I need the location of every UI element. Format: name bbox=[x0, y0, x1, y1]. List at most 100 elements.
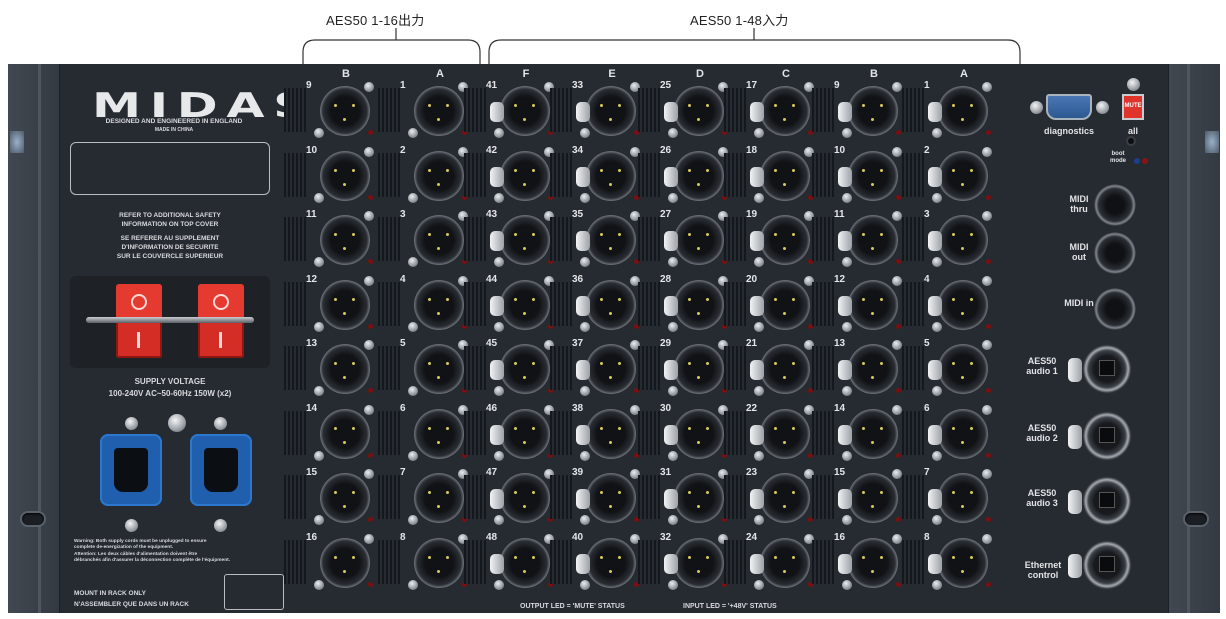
channel-number: 40 bbox=[572, 532, 584, 543]
input-xlr-connector[interactable]: 33 bbox=[572, 80, 640, 140]
input-xlr-connector[interactable]: 28 bbox=[660, 274, 728, 334]
input-xlr-connector[interactable]: 14 bbox=[834, 403, 902, 463]
xlr-pin bbox=[514, 298, 517, 301]
input-xlr-connector[interactable]: 40 bbox=[572, 532, 640, 592]
switch-guard-bar bbox=[86, 317, 254, 323]
input-xlr-connector[interactable]: 39 bbox=[572, 467, 640, 527]
input-xlr-connector[interactable]: 38 bbox=[572, 403, 640, 463]
output-xlr-connector[interactable]: 9 bbox=[306, 80, 374, 140]
output-xlr-connector[interactable]: 13 bbox=[306, 338, 374, 398]
input-xlr-connector[interactable]: 47 bbox=[486, 467, 554, 527]
input-xlr-connector[interactable]: 8 bbox=[924, 532, 992, 592]
output-xlr-connector[interactable]: 11 bbox=[306, 209, 374, 269]
aes50-port-2[interactable] bbox=[1082, 411, 1132, 461]
input-xlr-connector[interactable]: 35 bbox=[572, 209, 640, 269]
xlr-pin bbox=[343, 570, 346, 573]
input-xlr-connector[interactable]: 27 bbox=[660, 209, 728, 269]
output-xlr-connector[interactable]: 5 bbox=[400, 338, 468, 398]
xlr-latch-icon bbox=[928, 102, 942, 122]
mute-status-led bbox=[368, 324, 373, 329]
input-xlr-connector[interactable]: 30 bbox=[660, 403, 728, 463]
input-xlr-connector[interactable]: 1 bbox=[924, 80, 992, 140]
output-xlr-connector[interactable]: 8 bbox=[400, 532, 468, 592]
input-xlr-connector[interactable]: 34 bbox=[572, 145, 640, 205]
input-xlr-connector[interactable]: 13 bbox=[834, 338, 902, 398]
input-xlr-connector[interactable]: 24 bbox=[746, 532, 814, 592]
input-xlr-connector[interactable]: 19 bbox=[746, 209, 814, 269]
ethernet-port[interactable] bbox=[1082, 540, 1132, 590]
input-xlr-connector[interactable]: 32 bbox=[660, 532, 728, 592]
input-xlr-connector[interactable]: 42 bbox=[486, 145, 554, 205]
midi-out-port[interactable] bbox=[1094, 232, 1136, 274]
input-xlr-connector[interactable]: 9 bbox=[834, 80, 902, 140]
screw-icon bbox=[932, 322, 942, 332]
input-xlr-connector[interactable]: 31 bbox=[660, 467, 728, 527]
xlr-pin bbox=[970, 427, 973, 430]
input-xlr-connector[interactable]: 21 bbox=[746, 338, 814, 398]
output-xlr-connector[interactable]: 3 bbox=[400, 209, 468, 269]
xlr-pin bbox=[609, 183, 612, 186]
xlr-latch-icon bbox=[750, 167, 764, 187]
xlr-pin bbox=[871, 312, 874, 315]
aes50-port-1[interactable] bbox=[1082, 344, 1132, 394]
vent-grille bbox=[378, 88, 400, 132]
xlr-pin bbox=[446, 362, 449, 365]
xlr-pin bbox=[952, 104, 955, 107]
output-xlr-connector[interactable]: 10 bbox=[306, 145, 374, 205]
output-xlr-connector[interactable]: 4 bbox=[400, 274, 468, 334]
input-xlr-connector[interactable]: 25 bbox=[660, 80, 728, 140]
output-xlr-connector[interactable]: 12 bbox=[306, 274, 374, 334]
output-xlr-connector[interactable]: 1 bbox=[400, 80, 468, 140]
xlr-connector-icon bbox=[414, 280, 464, 330]
input-xlr-connector[interactable]: 22 bbox=[746, 403, 814, 463]
input-xlr-connector[interactable]: 43 bbox=[486, 209, 554, 269]
input-xlr-connector[interactable]: 4 bbox=[924, 274, 992, 334]
xlr-pin bbox=[871, 376, 874, 379]
input-xlr-connector[interactable]: 48 bbox=[486, 532, 554, 592]
input-xlr-connector[interactable]: 15 bbox=[834, 467, 902, 527]
input-xlr-connector[interactable]: 6 bbox=[924, 403, 992, 463]
power-inlet-2[interactable] bbox=[190, 434, 252, 506]
diagnostics-port[interactable] bbox=[1046, 94, 1092, 120]
input-xlr-connector[interactable]: 12 bbox=[834, 274, 902, 334]
power-inlet-1[interactable] bbox=[100, 434, 162, 506]
vent-grille bbox=[550, 411, 572, 455]
midi-thru-port[interactable] bbox=[1094, 184, 1136, 226]
output-xlr-connector[interactable]: 14 bbox=[306, 403, 374, 463]
input-xlr-connector[interactable]: 20 bbox=[746, 274, 814, 334]
input-xlr-connector[interactable]: 18 bbox=[746, 145, 814, 205]
midi-in-port[interactable] bbox=[1094, 288, 1136, 330]
channel-number: 27 bbox=[660, 209, 672, 220]
input-xlr-connector[interactable]: 23 bbox=[746, 467, 814, 527]
output-xlr-connector[interactable]: 2 bbox=[400, 145, 468, 205]
output-xlr-connector[interactable]: 16 bbox=[306, 532, 374, 592]
input-xlr-connector[interactable]: 3 bbox=[924, 209, 992, 269]
vent-grille bbox=[378, 411, 400, 455]
screw-icon bbox=[408, 128, 418, 138]
input-xlr-connector[interactable]: 5 bbox=[924, 338, 992, 398]
output-xlr-connector[interactable]: 6 bbox=[400, 403, 468, 463]
input-xlr-connector[interactable]: 7 bbox=[924, 467, 992, 527]
screw-icon bbox=[668, 193, 678, 203]
input-xlr-connector[interactable]: 17 bbox=[746, 80, 814, 140]
safety-note-en-2: INFORMATION ON TOP COVER bbox=[121, 221, 219, 228]
aes50-port-3[interactable] bbox=[1082, 476, 1132, 526]
input-xlr-connector[interactable]: 2 bbox=[924, 145, 992, 205]
output-xlr-connector[interactable]: 7 bbox=[400, 467, 468, 527]
input-xlr-connector[interactable]: 45 bbox=[486, 338, 554, 398]
input-xlr-connector[interactable]: 26 bbox=[660, 145, 728, 205]
mute-all-button[interactable]: MUTE bbox=[1122, 94, 1144, 120]
input-xlr-connector[interactable]: 46 bbox=[486, 403, 554, 463]
input-xlr-connector[interactable]: 29 bbox=[660, 338, 728, 398]
input-xlr-connector[interactable]: 37 bbox=[572, 338, 640, 398]
input-xlr-connector[interactable]: 16 bbox=[834, 532, 902, 592]
input-xlr-connector[interactable]: 41 bbox=[486, 80, 554, 140]
input-xlr-connector[interactable]: 44 bbox=[486, 274, 554, 334]
input-xlr-connector[interactable]: 36 bbox=[572, 274, 640, 334]
phantom-status-led bbox=[896, 388, 901, 393]
output-xlr-connector[interactable]: 15 bbox=[306, 467, 374, 527]
input-xlr-connector[interactable]: 11 bbox=[834, 209, 902, 269]
screw-icon bbox=[408, 193, 418, 203]
phantom-status-led bbox=[896, 259, 901, 264]
input-xlr-connector[interactable]: 10 bbox=[834, 145, 902, 205]
